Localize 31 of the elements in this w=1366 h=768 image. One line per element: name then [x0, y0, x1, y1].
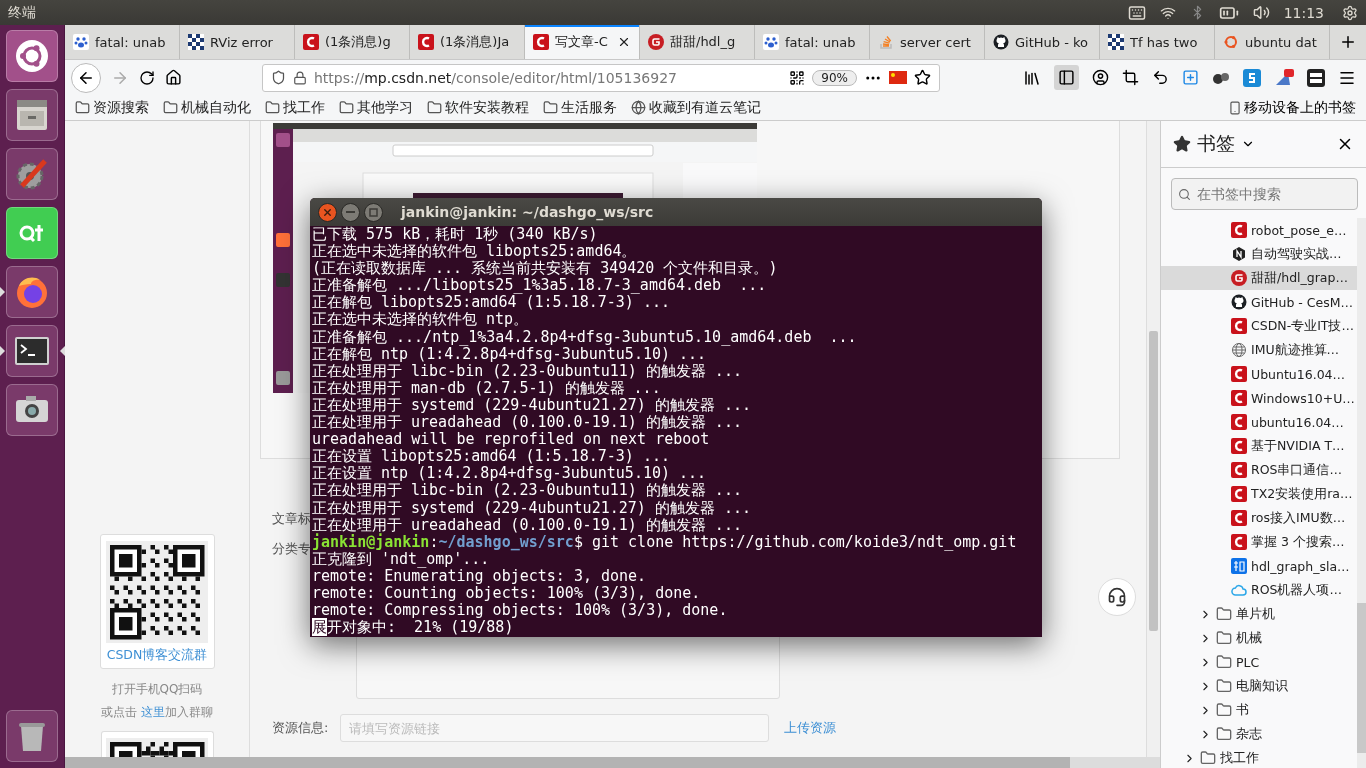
terminal-line: 展开对象中: 21% (19/88) — [312, 619, 515, 637]
terminal-line: 正在选中未选择的软件包 libopts25:amd64。 — [312, 243, 638, 261]
terminal-line: 正在选中未选择的软件包 ntp。 — [312, 311, 530, 329]
terminal-line: 正在处理用于 systemd (229-4ubuntu21.27) 的触发器 ... — [312, 396, 752, 414]
field-label: 资源信息: — [272, 719, 329, 737]
terminal-line: 正在处理用于 libc-bin (2.23-0ubuntu11) 的触发器 ... — [312, 482, 743, 500]
terminal-line: 正在处理用于 man-db (2.7.5-1) 的触发器 ... — [312, 379, 662, 397]
join-text: 或点击 这里加入群聊 — [101, 704, 213, 721]
terminal-line: 正在设置 libopts25:amd64 (1:5.18.7-3) ... — [312, 448, 671, 466]
field-label: 分类专 — [272, 540, 311, 558]
terminal-line: 已下载 575 kB，耗时 1秒 (340 kB/s) — [312, 226, 599, 243]
terminal-line: ureadahead will be reprofiled on next reboot — [312, 431, 711, 449]
terminal-line: remote: Compressing objects: 100% (3/3), done. — [312, 602, 729, 620]
field-label: 文章标 — [272, 510, 311, 528]
terminal-line: 正在处理用于 ureadahead (0.100.0-19.1) 的触发器 ... — [312, 516, 743, 534]
terminal-line: 正在处理用于 libc-bin (2.23-0ubuntu11) 的触发器 ... — [312, 362, 743, 380]
terminal-line: 正在设置 ntp (1:4.2.8p4+dfsg-3ubuntu5.10) ... — [312, 465, 708, 483]
terminal-line: 正克隆到 'ndt_omp'... — [312, 550, 490, 568]
scan-hint: 打开手机QQ扫码 — [111, 681, 203, 698]
terminal-title: jankin@jankin: ~/dashgo_ws/src — [401, 204, 654, 220]
terminal-line: 正在解包 libopts25:amd64 (1:5.18.7-3) ... — [312, 294, 670, 312]
terminal-line: (正在读取数据库 ... 系统当前共安装有 349420 个文件和目录。) — [312, 260, 779, 278]
terminal-line: 正准备解包 .../libopts25_1%3a5.18.7-3_amd64.deb ... — [312, 277, 768, 295]
terminal-line: 正在处理用于 ureadahead (0.100.0-19.1) 的触发器 ... — [312, 414, 743, 432]
terminal-line: jankin@jankin:~/dashgo_ws/src$ git clone https://github.com/koide3/ndt_omp.git — [312, 533, 1018, 551]
terminal-line: 正准备解包 .../ntp_1%3a4.2.8p4+dfsg-3ubuntu5.10_amd64.deb ... — [312, 328, 858, 346]
terminal-line: 正在解包 ntp (1:4.2.8p4+dfsg-3ubuntu5.10) ... — [312, 345, 707, 363]
terminal-line: remote: Counting objects: 100% (3/3), done. — [312, 584, 702, 603]
terminal-line: 正在处理用于 systemd (229-4ubuntu21.27) 的触发器 ... — [312, 499, 752, 517]
window-title: 终端 — [8, 3, 37, 22]
terminal-line: remote: Enumerating objects: 3, done. — [312, 567, 648, 585]
